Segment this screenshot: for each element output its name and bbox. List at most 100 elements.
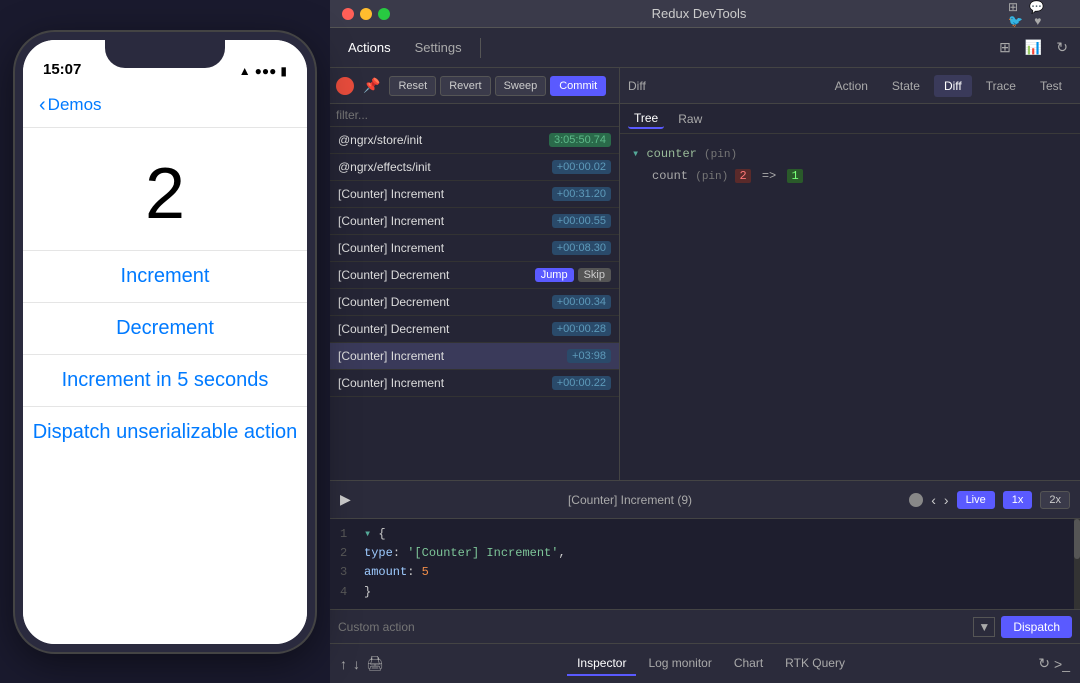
code-scrollbar[interactable] <box>1074 519 1080 609</box>
filter-input[interactable] <box>336 108 613 122</box>
tree-count-node: count (pin) 2 => 1 <box>632 166 1068 188</box>
slider-dot[interactable] <box>909 493 923 507</box>
action-item-decrement-1[interactable]: [Counter] Decrement Jump Skip <box>330 262 619 289</box>
action-item-init-store[interactable]: @ngrx/store/init 3:05:50.74 <box>330 127 619 154</box>
slider-bar: ▶ [Counter] Increment (9) ‹ › Live 1x 2x <box>330 481 1080 519</box>
action-item-increment-1[interactable]: [Counter] Increment +00:31.20 <box>330 181 619 208</box>
action-time: +00:00.22 <box>552 376 611 390</box>
devtools-titlebar: Redux DevTools ⊞ 💬 🐦 ♥ <box>330 0 1080 28</box>
footer-tab-chart[interactable]: Chart <box>724 652 773 676</box>
action-item-decrement-2[interactable]: [Counter] Decrement +00:00.34 <box>330 289 619 316</box>
speed-2x-button[interactable]: 2x <box>1040 491 1070 509</box>
footer-tab-rtk-query[interactable]: RTK Query <box>775 652 855 676</box>
refresh-footer-icon[interactable]: ↻ <box>1038 655 1050 672</box>
export-icon[interactable]: ↑ <box>340 655 347 672</box>
reset-button[interactable]: Reset <box>389 76 436 96</box>
refresh-icon[interactable]: ↻ <box>1052 37 1072 58</box>
phone-status-icons: ▲ ●●● ▮ <box>239 64 287 78</box>
tab-trace[interactable]: Trace <box>976 75 1026 97</box>
code-type-field: type: '[Counter] Increment', <box>364 544 566 563</box>
action-item-decrement-3[interactable]: [Counter] Decrement +00:00.28 <box>330 316 619 343</box>
tree-counter-node: ▾ counter (pin) <box>632 144 1068 166</box>
code-section: 1 ▾ { 2 type: '[Counter] Increment', 3 a… <box>330 519 1080 609</box>
footer-tab-inspector[interactable]: Inspector <box>567 652 636 676</box>
decrement-button[interactable]: Decrement <box>23 302 307 354</box>
code-brace-open: ▾ { <box>364 525 386 544</box>
tab-state[interactable]: State <box>882 75 930 97</box>
tab-action[interactable]: Action <box>825 75 878 97</box>
print-icon[interactable]: 🖨 <box>366 655 384 672</box>
line-num-3: 3 <box>340 563 364 582</box>
heart-icon[interactable]: ♥ <box>1034 14 1041 28</box>
skip-button[interactable]: Skip <box>578 268 611 282</box>
action-name: [Counter] Decrement <box>338 268 449 282</box>
action-item-increment-2[interactable]: [Counter] Increment +00:00.55 <box>330 208 619 235</box>
footer-tab-log-monitor[interactable]: Log monitor <box>638 652 721 676</box>
subtab-tree[interactable]: Tree <box>628 109 664 129</box>
import-icon[interactable]: ↓ <box>353 655 360 672</box>
speed-1x-button[interactable]: 1x <box>1003 491 1033 509</box>
commit-button[interactable]: Commit <box>550 76 606 96</box>
action-time: +00:31.20 <box>552 187 611 201</box>
tree-key-counter: counter <box>646 147 704 161</box>
minimize-window-button[interactable] <box>360 8 372 20</box>
play-button[interactable]: ▶ <box>340 491 351 508</box>
action-name: [Counter] Decrement <box>338 295 449 309</box>
redux-devtools-panel: Redux DevTools ⊞ 💬 🐦 ♥ Actions Settings … <box>330 0 1080 683</box>
wifi-icon: ▲ <box>239 64 251 78</box>
sweep-button[interactable]: Sweep <box>495 76 547 96</box>
action-item-increment-last[interactable]: [Counter] Increment +00:00.22 <box>330 370 619 397</box>
dispatch-button[interactable]: Dispatch <box>1001 616 1072 638</box>
increment-button[interactable]: Increment <box>23 250 307 302</box>
action-time: +03:98 <box>567 349 611 363</box>
devtools-body: Actions Settings ⊞ 📊 ↻ 📌 Reset Revert Sw… <box>330 28 1080 683</box>
grid-icon[interactable]: ⊞ <box>1008 0 1018 14</box>
titlebar-spacer: ⊞ 💬 🐦 ♥ <box>1008 0 1068 28</box>
expand-icon[interactable]: ▾ <box>632 147 639 161</box>
custom-action-input[interactable] <box>338 620 967 634</box>
slider-next-button[interactable]: › <box>944 492 949 508</box>
twitter-icon[interactable]: 🐦 <box>1008 14 1023 28</box>
action-item-increment-selected[interactable]: [Counter] Increment +03:98 <box>330 343 619 370</box>
pin-label: (pin) <box>704 149 737 161</box>
counter-display: 2 <box>145 158 185 230</box>
dispatch-unserializable-button[interactable]: Dispatch unserializable action <box>23 406 307 458</box>
slider-prev-button[interactable]: ‹ <box>931 492 936 508</box>
action-item-increment-3[interactable]: [Counter] Increment +00:08.30 <box>330 235 619 262</box>
subtab-raw[interactable]: Raw <box>672 110 708 128</box>
comment-icon[interactable]: 💬 <box>1029 0 1044 14</box>
revert-button[interactable]: Revert <box>440 76 490 96</box>
maximize-window-button[interactable] <box>378 8 390 20</box>
filter-row <box>330 104 619 127</box>
signal-icon: ●●● <box>255 64 277 78</box>
line-num-1: 1 <box>340 525 364 544</box>
count-pin-label: (pin) <box>695 171 728 183</box>
record-button[interactable] <box>336 77 354 95</box>
chart-icon[interactable]: 📊 <box>1021 37 1046 58</box>
increment-5s-button[interactable]: Increment in 5 seconds <box>23 354 307 406</box>
terminal-icon[interactable]: >_ <box>1054 656 1070 672</box>
grid-view-icon[interactable]: ⊞ <box>995 37 1015 58</box>
tab-test[interactable]: Test <box>1030 75 1072 97</box>
devtools-top-toolbar: Actions Settings ⊞ 📊 ↻ <box>330 28 1080 68</box>
tab-diff[interactable]: Diff <box>934 75 972 97</box>
custom-action-bar: ▼ Dispatch <box>330 609 1080 643</box>
code-brace-close: } <box>364 583 371 602</box>
tab-settings[interactable]: Settings <box>405 36 472 59</box>
devtools-bottom: ▶ [Counter] Increment (9) ‹ › Live 1x 2x… <box>330 480 1080 683</box>
live-button[interactable]: Live <box>957 491 995 509</box>
action-name: @ngrx/store/init <box>338 133 422 147</box>
battery-icon: ▮ <box>280 64 287 78</box>
action-name: @ngrx/effects/init <box>338 160 431 174</box>
close-window-button[interactable] <box>342 8 354 20</box>
inspector-panel: Diff Action State Diff Trace Test Tree R… <box>620 68 1080 480</box>
custom-action-dropdown[interactable]: ▼ <box>973 617 995 637</box>
pin-button[interactable]: 📌 <box>358 75 385 96</box>
action-name: [Counter] Increment <box>338 376 444 390</box>
action-item-init-effects[interactable]: @ngrx/effects/init +00:00.02 <box>330 154 619 181</box>
action-time: +00:00.34 <box>552 295 611 309</box>
tab-actions[interactable]: Actions <box>338 36 401 59</box>
phone-back-button[interactable]: ‹ Demos <box>39 95 102 115</box>
action-time-buttons: Jump Skip <box>535 268 611 282</box>
jump-button[interactable]: Jump <box>535 268 574 282</box>
